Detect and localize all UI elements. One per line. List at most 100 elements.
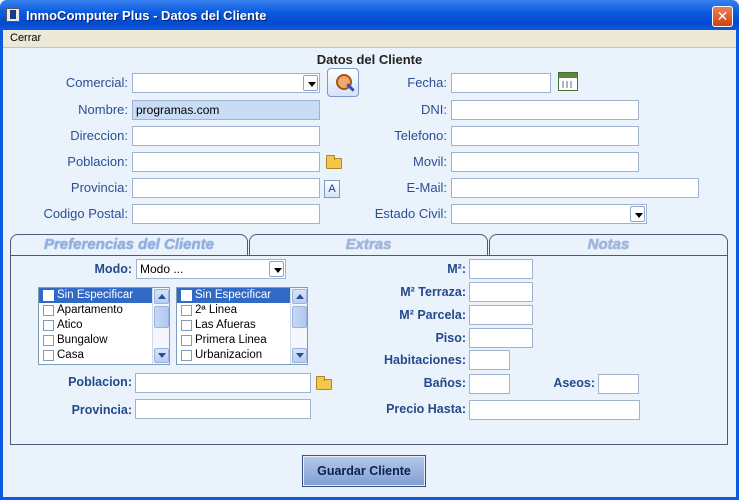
pref-poblacion-input[interactable]: [135, 373, 311, 393]
telefono-label: Telefono:: [394, 128, 447, 143]
window-border-left: [0, 30, 3, 500]
aseos-input[interactable]: [598, 374, 639, 394]
chevron-down-icon[interactable]: [269, 261, 284, 277]
list-item-label: Casa: [57, 349, 84, 361]
provincia-input[interactable]: [132, 178, 320, 198]
list-item[interactable]: Apartamento: [39, 303, 169, 318]
pref-poblacion-label: Poblacion:: [68, 375, 132, 389]
window-title: InmoComputer Plus - Datos del Cliente: [26, 8, 267, 23]
list-item[interactable]: Primera Linea: [177, 333, 307, 348]
m2-label: M²:: [447, 262, 466, 276]
modo-value: Modo ...: [140, 262, 184, 276]
menu-cerrar[interactable]: Cerrar: [10, 32, 41, 44]
m2-parcela-input[interactable]: [469, 305, 533, 325]
list-item[interactable]: Atico: [39, 318, 169, 333]
modo-label: Modo:: [94, 262, 132, 276]
chevron-down-icon[interactable]: [630, 206, 645, 222]
modo-select[interactable]: Modo ...: [136, 259, 286, 279]
m2-parcela-label: M² Parcela:: [399, 308, 466, 322]
checkbox[interactable]: [43, 350, 54, 361]
list-item[interactable]: 2ª Linea: [177, 303, 307, 318]
scroll-up-icon[interactable]: [292, 289, 307, 304]
m2-input[interactable]: [469, 259, 533, 279]
list-item[interactable]: Sin Especificar: [177, 288, 307, 303]
scroll-thumb[interactable]: [292, 306, 307, 328]
provincia-a-button[interactable]: A: [324, 180, 340, 198]
checkbox[interactable]: [181, 350, 192, 361]
list-item-label: Sin Especificar: [57, 289, 134, 301]
chevron-down-icon[interactable]: [303, 75, 318, 91]
list-item-label: Las Afueras: [195, 319, 256, 331]
list-item-label: Primera Linea: [195, 334, 267, 346]
list-item[interactable]: Casa: [39, 348, 169, 363]
nombre-input[interactable]: programas.com: [132, 100, 320, 120]
checkbox[interactable]: [43, 335, 54, 346]
checkbox[interactable]: [181, 305, 192, 316]
tab-notas[interactable]: Notas: [489, 234, 728, 255]
list-item-label: 2ª Linea: [195, 304, 237, 316]
dni-input[interactable]: [451, 100, 639, 120]
fecha-label: Fecha:: [407, 75, 447, 90]
list-item[interactable]: Sin Especificar: [39, 288, 169, 303]
list-item-label: Urbanizacion: [195, 349, 263, 361]
checkbox[interactable]: [181, 290, 192, 301]
codigo-postal-input[interactable]: [132, 204, 320, 224]
movil-label: Movil:: [413, 154, 447, 169]
search-person-icon: [336, 74, 352, 90]
scroll-up-icon[interactable]: [154, 289, 169, 304]
piso-input[interactable]: [469, 328, 533, 348]
zona-list[interactable]: Sin Especificar 2ª Linea Las Afueras Pri…: [176, 287, 308, 365]
dni-label: DNI:: [421, 102, 447, 117]
checkbox[interactable]: [43, 305, 54, 316]
scrollbar[interactable]: [290, 288, 307, 364]
list-item[interactable]: Las Afueras: [177, 318, 307, 333]
banos-input[interactable]: [469, 374, 510, 394]
checkbox[interactable]: [181, 320, 192, 331]
comercial-select[interactable]: [132, 73, 320, 93]
poblacion-label: Poblacion:: [67, 154, 128, 169]
folder-icon[interactable]: [316, 376, 332, 390]
aseos-label: Aseos:: [553, 376, 595, 390]
scroll-thumb[interactable]: [154, 306, 169, 328]
close-button[interactable]: ✕: [712, 6, 733, 27]
folder-icon[interactable]: [326, 155, 342, 169]
save-client-button[interactable]: Guardar Cliente: [302, 455, 426, 487]
precio-hasta-input[interactable]: [469, 400, 640, 420]
nombre-label: Nombre:: [78, 102, 128, 117]
list-item-label: Atico: [57, 319, 83, 331]
menu-bar: Cerrar: [3, 30, 736, 48]
tab-preferencias[interactable]: Preferencias del Cliente: [10, 234, 248, 256]
list-item-label: Bungalow: [57, 334, 108, 346]
fecha-input[interactable]: [451, 73, 551, 93]
poblacion-input[interactable]: [132, 152, 320, 172]
email-label: E-Mail:: [406, 180, 447, 195]
email-input[interactable]: [451, 178, 699, 198]
search-comercial-button[interactable]: [327, 68, 359, 97]
scroll-down-icon[interactable]: [292, 348, 307, 363]
list-item-label: Apartamento: [57, 304, 123, 316]
checkbox[interactable]: [181, 335, 192, 346]
pref-provincia-label: Provincia:: [71, 403, 132, 417]
estado-civil-label: Estado Civil:: [374, 206, 447, 221]
tab-extras[interactable]: Extras: [249, 234, 488, 255]
list-item[interactable]: Bungalow: [39, 333, 169, 348]
movil-input[interactable]: [451, 152, 639, 172]
scrollbar[interactable]: [152, 288, 169, 364]
m2-terraza-label: M² Terraza:: [400, 285, 466, 299]
calendar-icon[interactable]: [558, 72, 578, 91]
tipo-inmueble-list[interactable]: Sin Especificar Apartamento Atico Bungal…: [38, 287, 170, 365]
m2-terraza-input[interactable]: [469, 282, 533, 302]
precio-hasta-label: Precio Hasta:: [386, 402, 466, 416]
checkbox[interactable]: [43, 320, 54, 331]
codigo-postal-label: Codigo Postal:: [43, 206, 128, 221]
banos-label: Baños:: [423, 376, 466, 390]
estado-civil-select[interactable]: [451, 204, 647, 224]
direccion-input[interactable]: [132, 126, 320, 146]
telefono-input[interactable]: [451, 126, 639, 146]
pref-provincia-input[interactable]: [135, 399, 311, 419]
habitaciones-input[interactable]: [469, 350, 510, 370]
list-item[interactable]: Urbanizacion: [177, 348, 307, 363]
scroll-down-icon[interactable]: [154, 348, 169, 363]
checkbox[interactable]: [43, 290, 54, 301]
comercial-label: Comercial:: [65, 75, 128, 90]
